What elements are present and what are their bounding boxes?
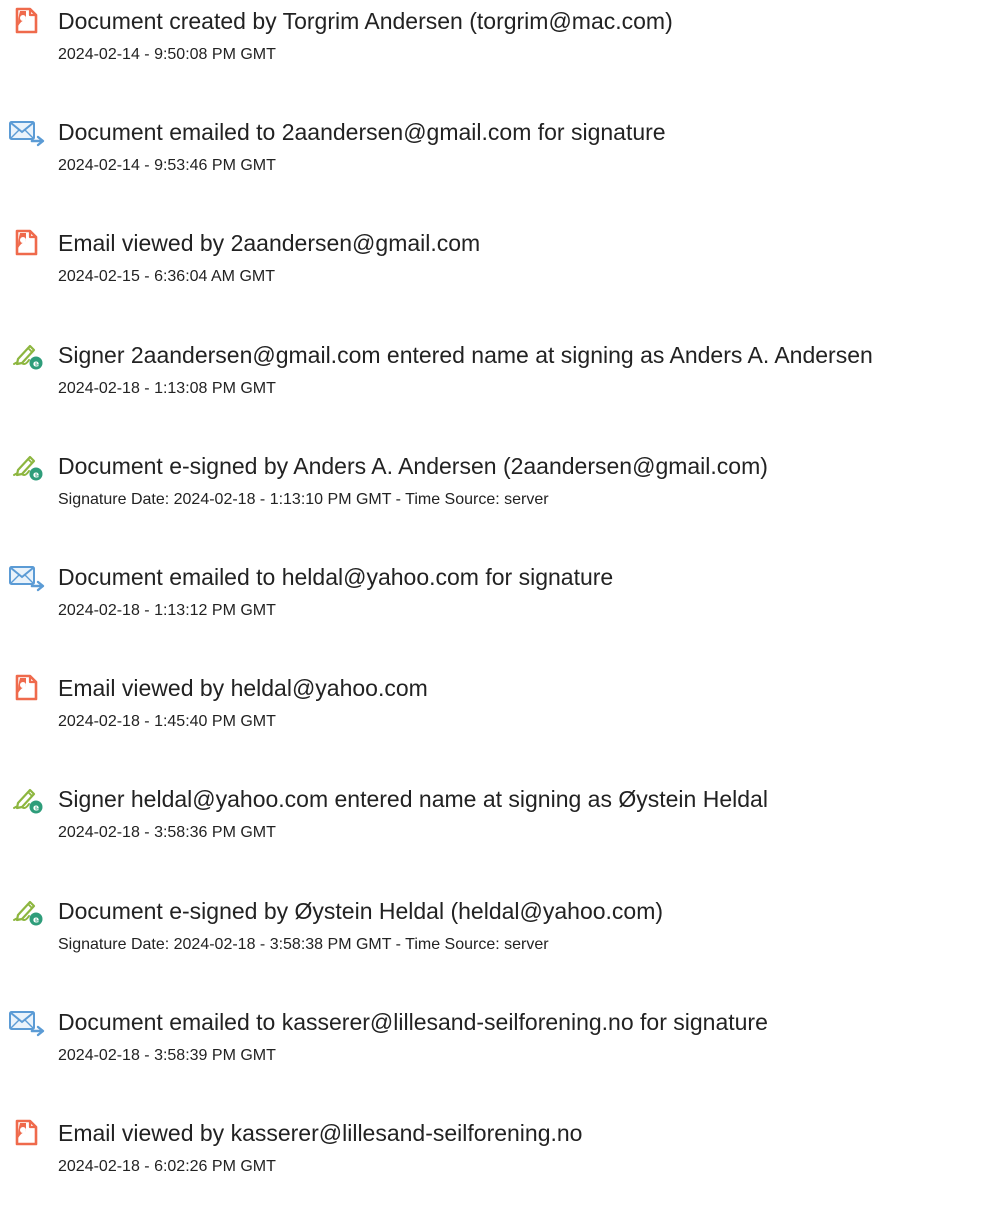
event-timestamp: 2024-02-18 - 3:58:36 PM GMT [58,824,276,842]
svg-text:e: e [33,359,39,369]
event-item: Document emailed to kasserer@lillesand-s… [0,1005,1006,1075]
document-icon [8,227,48,261]
event-timestamp: 2024-02-18 - 1:13:08 PM GMT [58,379,276,397]
event-signature-date: Signature Date: 2024-02-18 - 1:13:10 PM … [58,490,549,508]
document-icon [8,5,48,39]
event-title: Document emailed to heldal@yahoo.com for… [58,564,614,590]
event-timestamp: 2024-02-15 - 6:36:04 AM GMT [58,268,275,286]
event-signature-date: Signature Date: 2024-02-18 - 3:58:38 PM … [58,935,549,953]
e-sign-icon: e [8,339,48,373]
event-item: Document created by Torgrim Andersen (to… [0,4,1006,74]
event-timestamp: 2024-02-14 - 9:50:08 PM GMT [58,46,276,63]
event-title: Email viewed by kasserer@lillesand-seilf… [58,1120,583,1146]
event-item: e Document e-signed by Øystein Heldal (h… [0,894,1006,964]
document-icon [8,672,48,706]
e-sign-icon: e [8,895,48,929]
email-sent-icon [8,561,48,595]
event-item: e Signer heldal@yahoo.com entered name a… [0,782,1006,852]
event-title: Email viewed by heldal@yahoo.com [58,675,428,702]
event-title: Signer 2aandersen@gmail.com entered name… [58,341,873,368]
event-title: Email viewed by 2aandersen@gmail.com [58,230,481,257]
event-timestamp: 2024-02-18 - 1:13:12 PM GMT [58,602,276,619]
event-timestamp: 2024-02-18 - 3:58:39 PM GMT [58,1046,276,1064]
event-item: Document emailed to 2aandersen@gmail.com… [0,115,1006,185]
event-title: Document e-signed by Anders A. Andersen … [58,452,768,479]
e-sign-icon: e [8,450,48,484]
event-item: e Signer 2aandersen@gmail.com entered na… [0,338,1006,408]
event-timestamp: 2024-02-18 - 1:45:40 PM GMT [58,713,276,731]
document-icon [8,1117,48,1151]
event-title: Document emailed to 2aandersen@gmail.com… [58,119,666,146]
svg-text:e: e [33,915,39,925]
event-item: Email viewed by kasserer@lillesand-seilf… [0,1116,1006,1186]
event-title: Signer heldal@yahoo.com entered name at … [58,786,768,813]
event-timestamp: 2024-02-18 - 6:02:26 PM GMT [58,1158,276,1175]
event-item: Document emailed to heldal@yahoo.com for… [0,560,1006,630]
e-sign-icon: e [8,783,48,817]
event-item: Email viewed by heldal@yahoo.com 2024-02… [0,671,1006,741]
event-item: Email viewed by 2aandersen@gmail.com 202… [0,226,1006,296]
email-sent-icon [8,116,48,150]
event-item: e Document e-signed by Anders A. Anderse… [0,449,1006,519]
event-timestamp: 2024-02-14 - 9:53:46 PM GMT [58,157,276,175]
svg-text:e: e [33,470,39,480]
email-sent-icon [8,1006,48,1040]
event-title: Document emailed to kasserer@lillesand-s… [58,1008,768,1035]
svg-text:e: e [33,804,39,814]
event-title: Document created by Torgrim Andersen (to… [58,8,673,34]
event-title: Document e-signed by Øystein Heldal (hel… [58,897,664,924]
